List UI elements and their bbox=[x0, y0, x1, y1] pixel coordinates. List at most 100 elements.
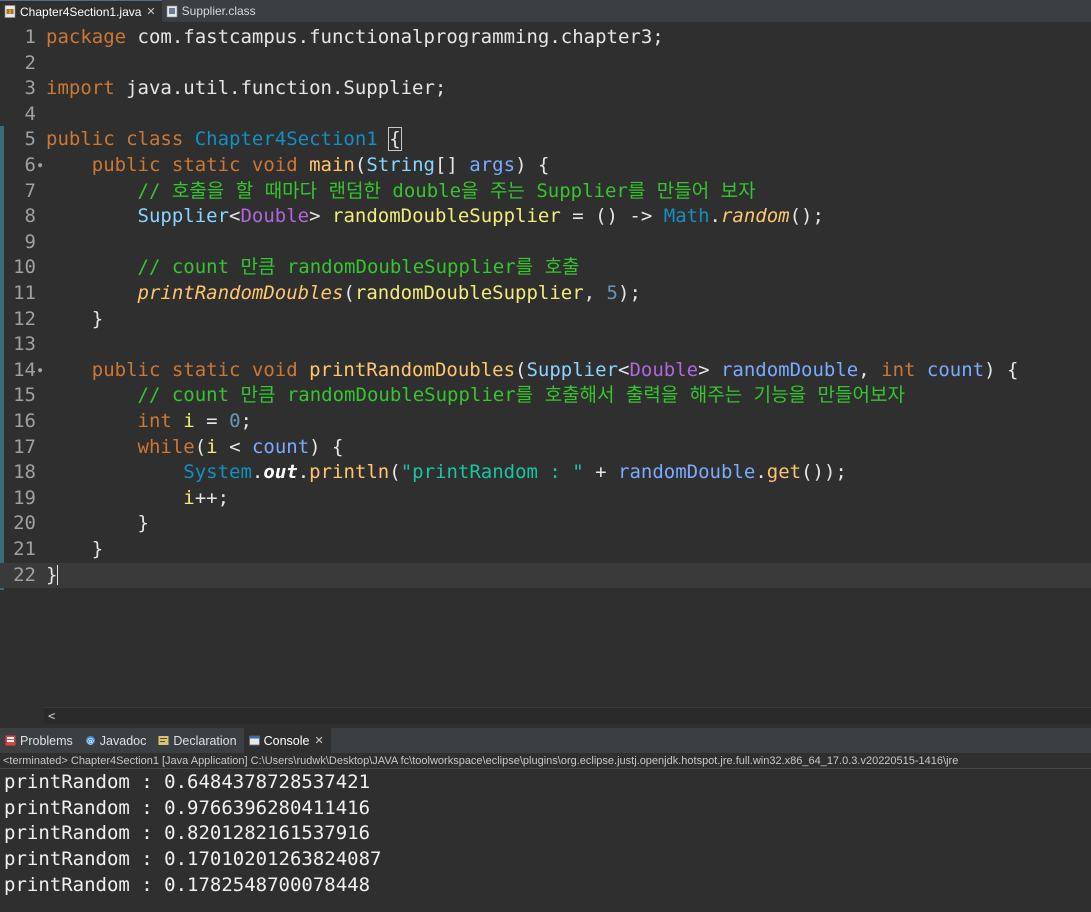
code-token: "printRandom : " bbox=[400, 461, 584, 484]
line-number: 14 ● bbox=[10, 358, 42, 384]
code-token: get bbox=[766, 461, 802, 484]
code-token: // 호출을 할 때마다 랜덤한 double을 주는 Supplier를 만들… bbox=[137, 179, 756, 202]
code-line[interactable]: 13 bbox=[0, 332, 1091, 358]
code-line[interactable]: 14 ● public static void printRandomDouble… bbox=[0, 358, 1091, 384]
code-line[interactable]: 6 ● public static void main(String[] args… bbox=[0, 153, 1091, 179]
code-token: ( bbox=[194, 435, 207, 458]
code-line[interactable]: 21 } bbox=[0, 537, 1091, 563]
code-text: while(i < count) { bbox=[46, 435, 344, 461]
console-output-line: printRandom : 0.1782548700078448 bbox=[4, 873, 371, 896]
code-line[interactable]: 1 package com.fastcampus.functionalprogra… bbox=[0, 25, 1091, 51]
code-line[interactable]: 7 // 호출을 할 때마다 랜덤한 double을 주는 Supplier를 … bbox=[0, 179, 1091, 205]
code-token: com.fastcampus.functionalprogramming.cha… bbox=[126, 26, 664, 48]
code-line[interactable]: 12 } bbox=[0, 307, 1091, 333]
code-text: } bbox=[46, 307, 103, 333]
tab-declaration[interactable]: Declaration bbox=[153, 728, 243, 753]
line-number: 17 bbox=[13, 435, 36, 458]
code-token: ) { bbox=[984, 358, 1019, 381]
tab-javadoc[interactable]: @ Javadoc bbox=[80, 728, 154, 753]
code-token: (); bbox=[789, 205, 824, 228]
code-line[interactable]: 2 bbox=[0, 51, 1091, 77]
line-number: 6 ● bbox=[10, 153, 43, 179]
code-token: ( bbox=[515, 358, 527, 381]
code-token: ) { bbox=[309, 435, 344, 458]
code-line[interactable]: 3 import java.util.function.Supplier; bbox=[0, 76, 1091, 102]
code-line[interactable]: 5 public class Chapter4Section1 { bbox=[0, 127, 1091, 153]
fold-marker-icon[interactable]: ● bbox=[38, 358, 42, 384]
code-editor[interactable]: 1 package com.fastcampus.functionalprogra… bbox=[0, 22, 1091, 707]
line-number: 9 bbox=[24, 230, 36, 253]
code-line[interactable]: 10 // count 만큼 randomDoubleSupplier를 호출 bbox=[0, 255, 1091, 281]
tab-label: Chapter4Section1.java bbox=[20, 4, 142, 19]
code-line[interactable]: 8 Supplier<Double> randomDoubleSupplier … bbox=[0, 204, 1091, 230]
line-number: 2 bbox=[24, 51, 36, 74]
code-token: randomDouble bbox=[720, 358, 859, 381]
code-line[interactable]: 16 int i = 0; bbox=[0, 409, 1091, 435]
code-token: randomDoubleSupplier bbox=[332, 205, 561, 228]
code-token: printRandomDoubles bbox=[309, 358, 516, 381]
tab-supplier-class[interactable]: Supplier.class bbox=[162, 0, 262, 22]
code-line[interactable]: 22} bbox=[0, 562, 1091, 589]
line-number: 11 bbox=[13, 282, 36, 304]
code-token: } bbox=[46, 538, 104, 560]
code-token: i bbox=[183, 486, 195, 509]
console-output[interactable]: printRandom : 0.6484378728537421 printRan… bbox=[0, 770, 1091, 912]
code-token: = bbox=[194, 410, 230, 432]
code-text: public static void main(String[] args) { bbox=[46, 153, 550, 179]
line-number: 5 bbox=[24, 128, 36, 151]
code-token: 0 bbox=[229, 410, 241, 432]
code-line[interactable]: 18 System.out.println("printRandom : " +… bbox=[0, 460, 1091, 486]
problems-icon bbox=[5, 735, 16, 746]
line-number: 18 bbox=[13, 461, 36, 484]
fold-marker-icon[interactable]: ● bbox=[38, 153, 42, 179]
code-token: [] bbox=[434, 154, 470, 176]
code-line[interactable]: 9 bbox=[0, 230, 1091, 256]
code-line[interactable]: 20 } bbox=[0, 511, 1091, 537]
code-text: public class Chapter4Section1 { bbox=[46, 127, 402, 153]
close-icon[interactable]: ✕ bbox=[146, 5, 155, 18]
code-text: } bbox=[46, 563, 59, 589]
code-token: int bbox=[881, 358, 927, 381]
code-token: ( bbox=[389, 461, 401, 484]
code-token: > bbox=[309, 205, 333, 228]
tab-problems[interactable]: Problems bbox=[0, 728, 80, 753]
line-number: 15 bbox=[13, 384, 36, 407]
horizontal-scrollbar[interactable]: < bbox=[44, 707, 1091, 724]
tab-console[interactable]: Console ✕ bbox=[243, 728, 331, 753]
code-line[interactable]: 11 printRandomDoubles(randomDoubleSuppli… bbox=[0, 281, 1091, 307]
code-line[interactable]: 17 while(i < count) { bbox=[0, 435, 1091, 461]
code-token: } bbox=[46, 307, 104, 330]
code-line[interactable]: 19 i++; bbox=[0, 486, 1091, 512]
code-token: println bbox=[309, 461, 390, 484]
code-token: ); bbox=[618, 282, 641, 304]
code-token: . bbox=[297, 461, 310, 484]
code-token: Chapter4Section1 bbox=[194, 128, 390, 151]
code-text: // count 만큼 randomDoubleSupplier를 호출 bbox=[46, 255, 580, 281]
code-token: randomDouble bbox=[618, 461, 756, 484]
java-file-icon: J bbox=[4, 5, 16, 18]
code-line[interactable]: 4 bbox=[0, 102, 1091, 128]
code-token: Double bbox=[629, 358, 699, 381]
code-token: String bbox=[366, 154, 435, 176]
code-token: ( bbox=[354, 154, 367, 176]
code-token: // count 만큼 randomDoubleSupplier를 호출 bbox=[137, 256, 580, 279]
code-text: } bbox=[46, 537, 103, 563]
code-token: Supplier bbox=[137, 205, 230, 228]
code-text: package com.fastcampus.functionalprogram… bbox=[46, 25, 664, 51]
code-token: ()); bbox=[801, 461, 847, 484]
code-token: printRandomDoubles bbox=[137, 282, 344, 304]
code-token: > bbox=[698, 358, 721, 381]
scroll-left-icon[interactable]: < bbox=[48, 708, 55, 724]
code-line[interactable]: 15 // count 만큼 randomDoubleSupplier를 호출해… bbox=[0, 383, 1091, 409]
code-token: < bbox=[617, 358, 630, 381]
close-icon[interactable]: ✕ bbox=[314, 734, 323, 747]
line-number: 8 bbox=[24, 205, 36, 228]
code-token: . bbox=[251, 461, 264, 484]
code-token: public static void bbox=[91, 358, 310, 381]
line-number: 16 bbox=[13, 410, 36, 432]
tab-chapter4section1-java[interactable]: J Chapter4Section1.java ✕ bbox=[0, 0, 162, 22]
